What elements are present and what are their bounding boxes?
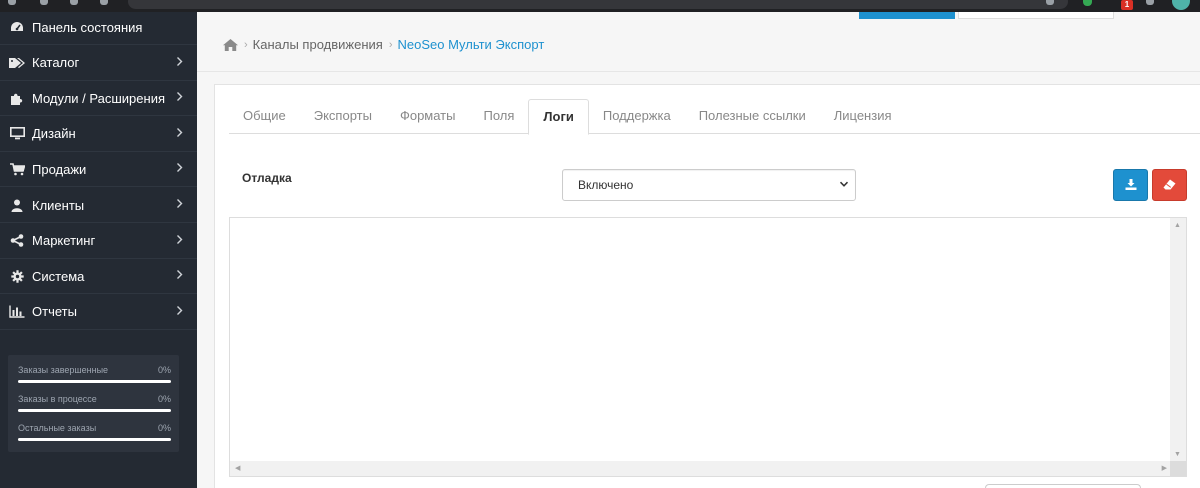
tab-3[interactable]: Поля [469, 99, 528, 134]
chevron-right-icon [176, 198, 183, 212]
order-stat-progress-bar [18, 438, 171, 441]
tab-bar: Общие Экспорты Форматы Поля Логи Поддержка Пол… [229, 99, 1200, 135]
sidebar-item-6[interactable]: Маркетинг [0, 224, 197, 259]
order-stat-progress-bar [18, 409, 171, 412]
breadcrumb-item-current[interactable]: NeoSeo Мульти Экспорт [397, 37, 544, 52]
address-bar[interactable] [128, 0, 1068, 9]
sidebar-item-label: Клиенты [32, 197, 85, 213]
sidebar-item-2[interactable]: Модули / Расширения [0, 81, 197, 117]
order-stat-label: Заказы в процессе [18, 394, 97, 404]
bar-chart-icon [9, 305, 25, 318]
tag-icon [9, 57, 25, 69]
sidebar-item-8[interactable]: Отчеты [0, 295, 197, 330]
secondary-action-button[interactable] [958, 12, 1114, 19]
sidebar-item-label: Каталог [32, 55, 80, 71]
order-stat-percent: 0% [157, 423, 171, 433]
breadcrumb-separator: › [388, 38, 393, 51]
chevron-right-icon [176, 305, 183, 319]
back-icon[interactable] [8, 0, 16, 5]
debug-label: Отладка [242, 171, 292, 185]
home-icon[interactable] [100, 0, 108, 5]
sidebar-item-label: Маркетинг [32, 233, 96, 249]
order-stat: Остальные заказы 0% [18, 419, 171, 448]
sidebar: Панель состояния Каталог Модули / Расширен… [0, 0, 197, 488]
log-textarea[interactable]: ▲ ▼ ◀ ▶ [229, 217, 1187, 477]
clear-log-button[interactable] [1152, 169, 1187, 201]
chevron-right-icon [176, 56, 183, 70]
chevron-right-icon [176, 234, 183, 248]
monitor-icon [9, 127, 25, 140]
tab-2[interactable]: Форматы [386, 99, 470, 134]
tab-6[interactable]: Полезные ссылки [685, 99, 820, 134]
vertical-scrollbar[interactable]: ▲ ▼ [1170, 218, 1186, 463]
reload-icon[interactable] [70, 0, 78, 5]
order-stat: Заказы в процессе 0% [18, 390, 171, 419]
profile-avatar[interactable] [1172, 0, 1190, 10]
chevron-right-icon [176, 91, 183, 105]
scroll-right-icon[interactable]: ▶ [1162, 465, 1167, 473]
cart-icon [9, 163, 25, 176]
chevron-down-icon [839, 179, 849, 189]
sidebar-item-7[interactable]: Система [0, 259, 197, 295]
download-log-button[interactable] [1113, 169, 1148, 201]
scroll-left-icon[interactable]: ◀ [235, 465, 240, 473]
sidebar-item-label: Модули / Расширения [32, 90, 166, 106]
download-icon [1125, 178, 1137, 193]
gear-icon [9, 269, 25, 283]
order-stat-label: Остальные заказы [18, 423, 97, 433]
scroll-down-icon[interactable]: ▼ [1174, 451, 1181, 459]
module-panel: Общие Экспорты Форматы Поля Логи Поддержка Пол… [214, 84, 1200, 488]
sidebar-item-4[interactable]: Продажи [0, 152, 197, 188]
sidebar-item-3[interactable]: Дизайн [0, 117, 197, 152]
footer-element [985, 484, 1141, 488]
sidebar-item-1[interactable]: Каталог [0, 46, 197, 81]
order-stat-percent: 0% [157, 394, 171, 404]
tab-7[interactable]: Лицензия [820, 99, 906, 134]
order-stat-progress-bar [18, 380, 171, 383]
eraser-icon [1163, 178, 1176, 193]
chevron-right-icon [176, 162, 183, 176]
user-icon [9, 199, 25, 212]
scrollbar-corner [1170, 461, 1186, 476]
sidebar-item-label: Система [32, 268, 85, 284]
extension-badge[interactable]: 1 [1121, 0, 1133, 10]
bookmark-icon[interactable] [1046, 0, 1054, 5]
primary-action-button[interactable] [859, 12, 955, 19]
order-stat: Заказы завершенные 0% [18, 361, 171, 390]
chevron-right-icon [176, 269, 183, 283]
extension-icon[interactable] [1083, 0, 1092, 6]
sidebar-item-label: Отчеты [32, 304, 77, 320]
extensions-puzzle-icon[interactable] [1146, 0, 1154, 5]
debug-select-value: Включено [578, 178, 634, 192]
browser-chrome: 1 [0, 0, 1200, 12]
order-stat-percent: 0% [157, 365, 171, 375]
home-icon[interactable] [223, 38, 238, 51]
chevron-right-icon [176, 127, 183, 141]
tab-5[interactable]: Поддержка [589, 99, 685, 134]
order-stat-label: Заказы завершенные [18, 365, 109, 375]
breadcrumb-separator: › [244, 38, 248, 51]
breadcrumb-item-promotion-channels[interactable]: Каналы продвижения [253, 37, 383, 52]
sidebar-item-0[interactable]: Панель состояния [0, 10, 197, 45]
dashboard-icon [9, 21, 25, 33]
horizontal-scrollbar[interactable]: ◀ ▶ [230, 461, 1172, 476]
sidebar-item-5[interactable]: Клиенты [0, 188, 197, 223]
puzzle-icon [9, 92, 25, 105]
sidebar-item-label: Дизайн [32, 126, 76, 142]
forward-icon[interactable] [40, 0, 48, 5]
sidebar-item-label: Панель состояния [32, 19, 143, 35]
tab-1[interactable]: Экспорты [300, 99, 386, 134]
scroll-up-icon[interactable]: ▲ [1174, 222, 1181, 230]
breadcrumb: › Каналы продвижения › NeoSeo Мульти Экс… [223, 37, 544, 52]
tab-0[interactable]: Общие [229, 99, 300, 134]
share-icon [9, 234, 25, 247]
order-stats-panel: Заказы завершенные 0% Заказы в процессе 0% О… [8, 355, 179, 452]
tab-4[interactable]: Логи [528, 99, 589, 135]
sidebar-item-label: Продажи [32, 161, 87, 177]
debug-select[interactable]: Включено [562, 169, 856, 201]
